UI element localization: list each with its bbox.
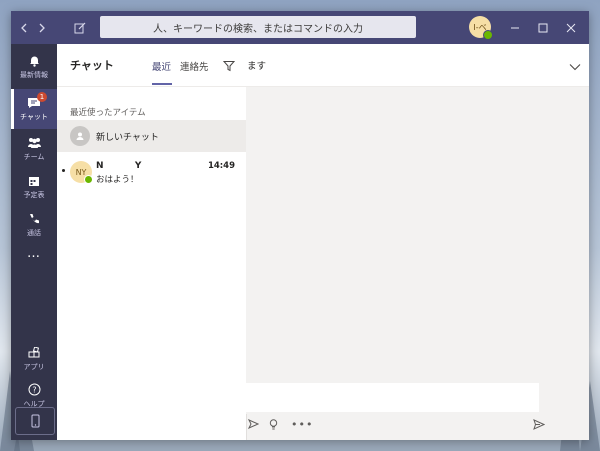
search-input[interactable]: 人、キーワードの検索、またはコマンドの入力 (100, 16, 416, 38)
chat-list-title: チャット (70, 59, 114, 72)
conversation-header: ます (246, 44, 589, 87)
minimize-button[interactable] (505, 11, 525, 44)
chevron-right-icon (39, 23, 45, 32)
recent-section-label: 最近使ったアイテム (70, 108, 146, 118)
rail-item-label: 予定表 (23, 190, 45, 199)
rail-item-label: 最新情報 (20, 71, 48, 79)
send-icon (533, 418, 545, 430)
unread-indicator (62, 169, 65, 172)
more-options-button[interactable]: ••• (291, 415, 313, 433)
message-compose-box[interactable] (246, 383, 539, 414)
teams-window: 人、キーワードの検索、またはコマンドの入力 I-ベ 最新情報 1 チャット チー… (11, 11, 589, 440)
rail-item-label: チャット (20, 112, 48, 121)
phone-icon (30, 213, 39, 223)
rail-item-apps[interactable]: アプリ (11, 339, 57, 379)
contact-avatar: NY (70, 161, 93, 184)
compose-icon (74, 22, 86, 33)
rail-item-label: アプリ (23, 362, 45, 371)
chat-list-item[interactable]: NY N Y 14:49 おはよう！ (57, 156, 246, 188)
close-icon (566, 23, 576, 32)
close-button[interactable] (561, 11, 581, 44)
teams-icon (27, 137, 41, 148)
chevron-left-icon (21, 23, 27, 32)
expand-header-button[interactable] (569, 56, 581, 75)
new-chat-label: 新しいチャット (96, 133, 159, 143)
lightbulb-icon (269, 418, 278, 429)
rail-item-calls[interactable]: 通話 (11, 205, 57, 245)
message-time: 14:49 (207, 161, 235, 171)
unread-badge: 1 (37, 92, 47, 102)
mobile-app-button[interactable] (15, 407, 55, 435)
person-placeholder-icon (76, 132, 84, 140)
calendar-icon (29, 176, 39, 186)
rail-item-calendar[interactable]: 予定表 (11, 167, 57, 207)
svg-text:?: ? (32, 385, 36, 394)
active-tab-indicator (152, 83, 172, 85)
new-chat-item[interactable]: 新しいチャット (57, 120, 246, 152)
chat-list-header: チャット 最近 連絡先 (57, 44, 246, 87)
filter-icon (222, 61, 236, 72)
help-icon: ? (28, 383, 40, 396)
maximize-icon (538, 23, 548, 32)
back-button[interactable] (17, 11, 31, 44)
apps-icon (28, 346, 40, 357)
title-bar: 人、キーワードの検索、またはコマンドの入力 I-ベ (11, 11, 589, 44)
new-chat-avatar (70, 126, 90, 146)
rail-item-chat[interactable]: 1 チャット (11, 89, 57, 129)
chevron-down-icon (569, 64, 581, 71)
compose-button[interactable] (71, 11, 89, 44)
rail-item-teams[interactable]: チーム (11, 129, 57, 169)
compose-toolbar: ••• (246, 415, 589, 433)
send-gif-button[interactable] (248, 415, 259, 433)
rail-item-more[interactable]: … (11, 243, 57, 263)
praise-button[interactable] (269, 415, 278, 433)
user-avatar[interactable]: I-ベ (469, 16, 493, 40)
send-button[interactable] (533, 415, 545, 433)
tab-contacts[interactable]: 連絡先 (180, 59, 209, 73)
more-icon: … (27, 245, 41, 261)
filter-button[interactable] (222, 57, 236, 76)
rail-item-activity[interactable]: 最新情報 (11, 47, 57, 87)
message-area (246, 87, 589, 387)
forward-button[interactable] (35, 11, 49, 44)
conversation-title: ます (247, 61, 267, 72)
contact-name: N Y (96, 161, 142, 171)
tab-recent[interactable]: 最近 (152, 59, 171, 73)
app-rail: 最新情報 1 チャット チーム 予定表 通話 … アプリ ? ヘルプ (11, 44, 57, 440)
mobile-phone-icon (31, 414, 39, 428)
forward-icon (248, 419, 259, 429)
chat-list-pane: チャット 最近 連絡先 最近使ったアイテム 新しいチャット NY N Y 14:… (57, 44, 247, 440)
bell-icon (29, 56, 39, 67)
rail-item-label: 通話 (27, 228, 41, 237)
minimize-icon (511, 27, 519, 28)
message-preview: おはよう！ (96, 175, 139, 185)
more-icon: ••• (291, 417, 314, 431)
maximize-button[interactable] (533, 11, 553, 44)
presence-dot (84, 175, 93, 184)
presence-dot (483, 30, 493, 40)
rail-item-label: チーム (23, 152, 45, 161)
